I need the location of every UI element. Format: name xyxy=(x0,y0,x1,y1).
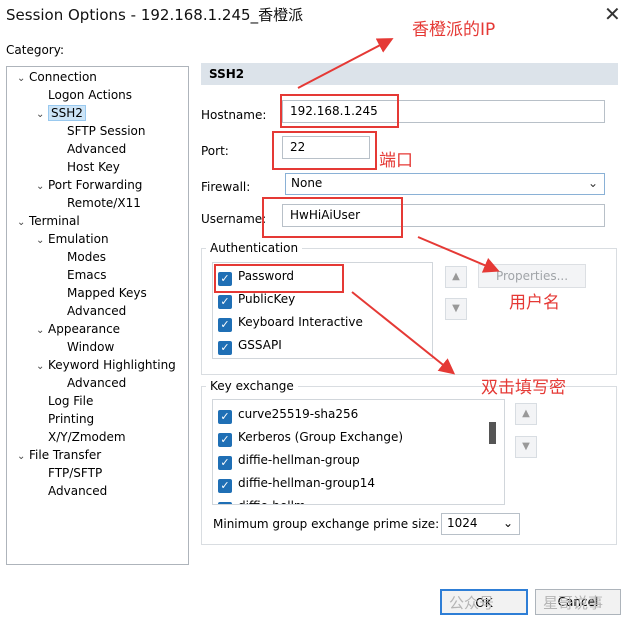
user-note: 用户名 xyxy=(509,293,560,313)
ip-note: 香橙派的IP xyxy=(412,20,496,40)
user-arrow xyxy=(417,236,500,273)
port-note: 端口 xyxy=(379,151,413,171)
watermark-right: 星哥说事 xyxy=(543,594,604,612)
annotation-arrows xyxy=(297,38,500,375)
password-note: 双击填写密 xyxy=(481,378,566,398)
ip-arrow xyxy=(297,38,394,89)
watermark-left: 公众号 xyxy=(449,594,495,612)
password-arrow xyxy=(351,291,456,375)
